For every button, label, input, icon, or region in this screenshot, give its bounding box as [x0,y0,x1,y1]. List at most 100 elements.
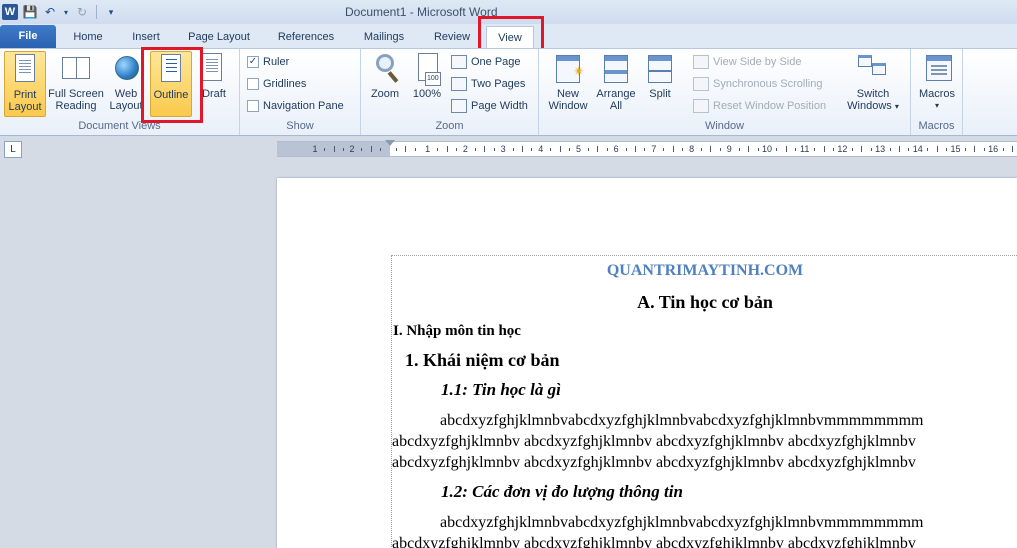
ruler-tick [889,148,891,151]
document-body[interactable]: QUANTRIMAYTINH.COM A. Tin học cơ bản I. … [391,255,1017,548]
doc-heading-1-2: 1.2: Các đơn vị đo lượng thông tin [441,482,683,501]
two-pages-button[interactable]: Two Pages [451,75,525,93]
hundred-percent-label: 100% [412,88,442,100]
ruler-tick [672,146,674,152]
split-label: Split [649,88,671,100]
tab-file[interactable]: File [0,25,56,48]
ruler-label: Ruler [263,56,290,68]
tab-review[interactable]: Review [426,26,478,48]
ruler-tick [974,146,976,152]
ruler-tick [748,146,750,152]
macros-button[interactable]: Macros ▾ [916,51,958,117]
ruler-tick [635,146,637,152]
ruler-number: 16 [988,144,999,154]
ruler-tick [832,148,834,151]
tab-page-layout[interactable]: Page Layout [182,26,256,48]
web-layout-button[interactable]: Web Layout [106,51,146,117]
ruler-number: 5 [575,144,582,154]
doc-heading-a: A. Tin học cơ bản [637,292,773,312]
one-page-label: One Page [471,56,521,68]
gridlines-checkbox[interactable]: Gridlines [247,75,306,93]
print-layout-button[interactable]: Print Layout [4,51,46,117]
doc-heading-i: I. Nhập môn tin học [393,323,521,339]
hundred-percent-button[interactable]: 100 100% [407,51,447,117]
switch-windows-label-2: Windows [847,100,892,112]
ruler-tick [795,148,797,151]
ruler-tick [512,148,514,151]
page-width-label: Page Width [471,100,528,112]
document-page[interactable]: QUANTRIMAYTINH.COM A. Tin học cơ bản I. … [277,178,1017,548]
para1-line-1: abcdxyzfghjklmnbvabcdxyzfghjklmnbvabcdxy… [440,412,924,429]
ruler-number: 2 [349,144,355,154]
full-screen-reading-button[interactable]: Full Screen Reading [47,51,105,117]
macros-label: Macros [918,88,956,100]
navigation-pane-checkbox[interactable]: Navigation Pane [247,97,344,115]
outline-button[interactable]: Outline [150,51,192,117]
horizontal-ruler[interactable]: 1 2 1 2 3 4 5 6 7 8 9 10 11 12 13 14 15 16 [277,140,1017,157]
new-window-button[interactable]: ✴ New Window [545,51,591,117]
draft-button[interactable]: Draft [196,51,232,117]
ruler-tick [474,148,476,151]
print-layout-icon [10,54,40,86]
one-page-button[interactable]: One Page [451,53,521,71]
ruler-tick [493,148,495,151]
para1-line-2: abcdxyzfghjklmnbv abcdxyzfghjklmnbv abcd… [392,433,916,450]
full-screen-reading-icon [61,53,91,85]
synchronous-scrolling-label: Synchronous Scrolling [713,78,823,90]
ruler-number: 2 [462,144,468,154]
ruler-tick [380,148,382,151]
ruler-tick [983,148,985,151]
tab-references[interactable]: References [270,26,342,48]
page-width-button[interactable]: Page Width [451,97,528,115]
ruler-tick [927,148,929,151]
split-button[interactable]: Split [641,51,679,117]
tab-home[interactable]: Home [66,26,110,48]
zoom-group-label: Zoom [435,120,464,132]
ruler-tick [663,148,665,151]
new-window-label-1: New [556,88,579,100]
para2-line-2: abcdxyzfghjklmnbv abcdxyzfghjklmnbv abcd… [392,535,916,548]
ruler-tick [446,146,448,152]
indent-marker[interactable] [385,140,395,148]
title-bar: W 💾 ↶ ▾ ↻ ▾ Document1 - Microsoft Word [0,0,1017,24]
ruler-tick [682,148,684,151]
ruler-tick [405,146,407,152]
ruler-tick [776,148,778,151]
new-window-icon: ✴ [553,53,585,85]
group-zoom: Zoom 100 100% One Page Two Pages Page Wi… [361,49,539,135]
ruler-tick [710,146,712,152]
full-screen-reading-label-2: Reading [55,100,97,112]
tab-mailings[interactable]: Mailings [356,26,412,48]
ruler-tick [361,148,363,151]
view-side-by-side-button[interactable]: View Side by Side [693,53,801,71]
macros-group-label: Macros [918,120,955,132]
ruler-tick [597,146,599,152]
new-window-label-2: Window [548,100,588,112]
arrange-all-label-2: All [609,100,623,112]
ruler-number: 9 [726,144,732,154]
switch-windows-icon [855,53,891,85]
reset-window-position-button[interactable]: Reset Window Position [693,97,826,115]
tab-selector[interactable]: L [4,141,22,158]
doc-paragraph-2: abcdxyzfghjklmnbvabcdxyzfghjklmnbvabcdxy… [392,512,1017,548]
tab-insert[interactable]: Insert [124,26,168,48]
split-icon [645,53,675,85]
arrange-all-label-1: Arrange [596,88,636,100]
synchronous-scrolling-button[interactable]: Synchronous Scrolling [693,75,822,93]
ruler-tick [437,148,439,151]
ruler-tick [946,148,948,151]
switch-windows-label-2-row: Windows ▾ [841,100,905,113]
ribbon-tabs: File Home Insert Page Layout References … [0,24,1017,48]
para1-line-3: abcdxyzfghjklmnbv abcdxyzfghjklmnbv abcd… [392,454,916,471]
group-document-views: Print Layout Full Screen Reading Web Lay… [0,49,240,135]
zoom-button[interactable]: Zoom [365,51,405,117]
reset-window-position-label: Reset Window Position [713,100,827,112]
hundred-tag: 100 [425,72,441,86]
para2-line-1: abcdxyzfghjklmnbvabcdxyzfghjklmnbvabcdxy… [440,514,924,531]
ruler-tick [701,148,703,151]
tab-view[interactable]: View [486,26,534,48]
ruler-tick [898,146,900,152]
switch-windows-button[interactable]: Switch Windows ▾ [841,51,905,117]
ruler-checkbox[interactable]: ✓ Ruler [247,53,289,71]
arrange-all-button[interactable]: Arrange All [593,51,639,117]
